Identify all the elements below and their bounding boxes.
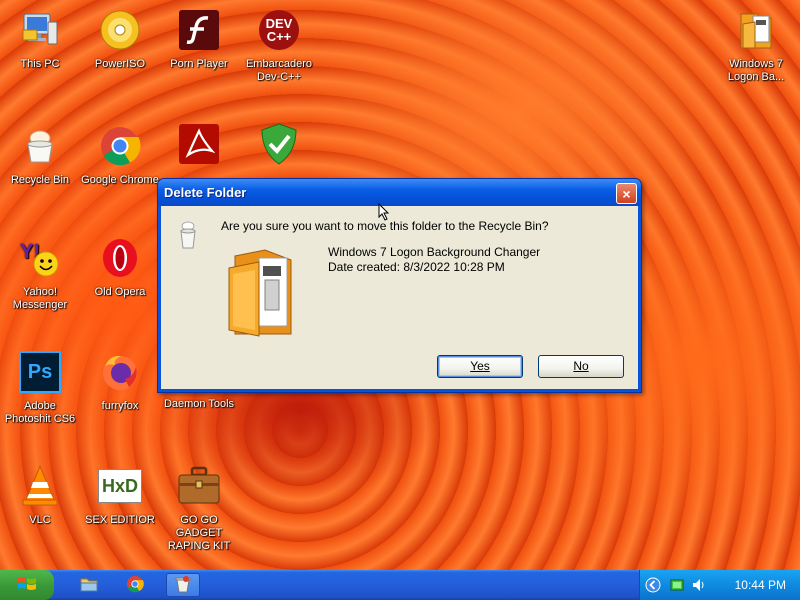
desktop-icon-label: PowerISO [94,58,146,70]
briefcase-icon [177,464,221,508]
desktop-icon-windows7-logon[interactable]: Windows 7 Logon Ba... [716,8,796,84]
desktop-icon-adobe-reader[interactable] [159,122,239,176]
start-button[interactable] [0,570,54,600]
taskbar-button-recycle[interactable] [166,573,200,597]
desktop-icon-photoshop[interactable]: Ps Adobe Photoshit CS6 [0,350,80,426]
clock[interactable]: 10:44 PM [735,578,786,592]
no-button[interactable]: No [538,355,624,378]
close-button[interactable]: × [616,183,637,204]
desktop-icon-vlc[interactable]: VLC [0,464,80,527]
chrome-icon [126,575,144,596]
desktop-icon-yahoo-messenger[interactable]: Y! Yahoo! Messenger [0,236,80,312]
vlc-icon [18,464,62,508]
quicklaunch-chrome[interactable] [124,575,146,595]
show-hidden-icons-icon[interactable] [645,577,661,593]
recycle-bin-icon [174,575,192,596]
folder-icon [80,576,98,595]
system-tray: 10:44 PM [639,570,800,600]
desktop-icon-label: Porn Player [170,58,228,70]
desktop-icon-label: Old Opera [94,286,146,298]
volume-icon[interactable] [691,577,707,593]
folder-icon [734,8,778,52]
desktop-icon-label: VLC [29,514,51,526]
desktop-icon-google-chrome[interactable]: Google Chrome [80,124,160,187]
windows-logo-icon [16,574,38,597]
quicklaunch-explorer[interactable] [78,575,100,595]
desktop-icon-label: furryfox [101,400,139,412]
folder-date-created: Date created: 8/3/2022 10:28 PM [328,260,505,274]
hxd-icon: HxD [98,464,142,508]
pdf-icon [177,122,221,166]
dialog-title: Delete Folder [164,185,247,200]
taskbar: 10:44 PM [0,570,800,600]
recycle-bin-icon [18,124,62,168]
desktop-icon-label: Google Chrome [81,174,159,186]
mouse-cursor-icon [378,202,390,224]
close-icon: × [622,185,631,202]
folder-name: Windows 7 Logon Background Changer [328,245,541,259]
disc-icon [98,8,142,52]
desktop-icon-dev-cpp[interactable]: DEV C++ Embarcadero Dev-C++ [239,8,319,84]
network-icon[interactable] [669,577,685,593]
recycle-bin-icon [178,220,198,253]
folder-icon [225,246,297,343]
desktop-icon-label: This PC [20,58,60,70]
firefox-icon [98,350,142,394]
delete-folder-dialog: Delete Folder × Are you sure you want to… [157,178,642,393]
yahoo-messenger-icon: Y! [18,236,62,280]
desktop-icon-label: GO GO GADGET RAPING KIT [167,514,231,552]
desktop-icon-label: Yahoo! Messenger [12,286,68,311]
desktop-icon-gadget-kit[interactable]: GO GO GADGET RAPING KIT [159,464,239,553]
yes-button-label: Yes [470,359,490,373]
desktop-icon-opera[interactable]: Old Opera [80,236,160,299]
chrome-icon [98,124,142,168]
desktop-icon-this-pc[interactable]: This PC [0,8,80,71]
dialog-body: Are you sure you want to move this folde… [161,206,638,389]
yes-button[interactable]: Yes [437,355,523,378]
desktop-icon-firefox[interactable]: furryfox [80,350,160,413]
shield-icon [257,122,301,166]
photoshop-icon: Ps [18,350,62,394]
desktop-icon-daemon-tools[interactable]: Daemon Tools [159,398,239,416]
desktop-icon-porn-player[interactable]: Porn Player [159,8,239,71]
desktop-icon-label: Embarcadero Dev-C++ [245,58,313,83]
devcpp-icon: DEV C++ [257,8,301,52]
desktop-icon-security[interactable] [239,122,319,176]
desktop-icon-recycle-bin[interactable]: Recycle Bin [0,124,80,187]
desktop-icon-label: Recycle Bin [10,174,70,186]
no-button-label: No [573,359,589,373]
opera-icon [98,236,142,280]
desktop-icon-label: Adobe Photoshit CS6 [4,400,76,425]
computer-icon [18,8,62,52]
desktop-icon-label: Windows 7 Logon Ba... [727,58,785,83]
dialog-titlebar[interactable]: Delete Folder [158,179,641,206]
flash-icon [177,8,221,52]
desktop-icon-poweriso[interactable]: PowerISO [80,8,160,71]
desktop-icon-label: SEX EDITIOR [85,514,155,526]
desktop-icon-hxd[interactable]: HxD SEX EDITIOR [80,464,160,527]
desktop-icon-label: Daemon Tools [163,398,235,410]
